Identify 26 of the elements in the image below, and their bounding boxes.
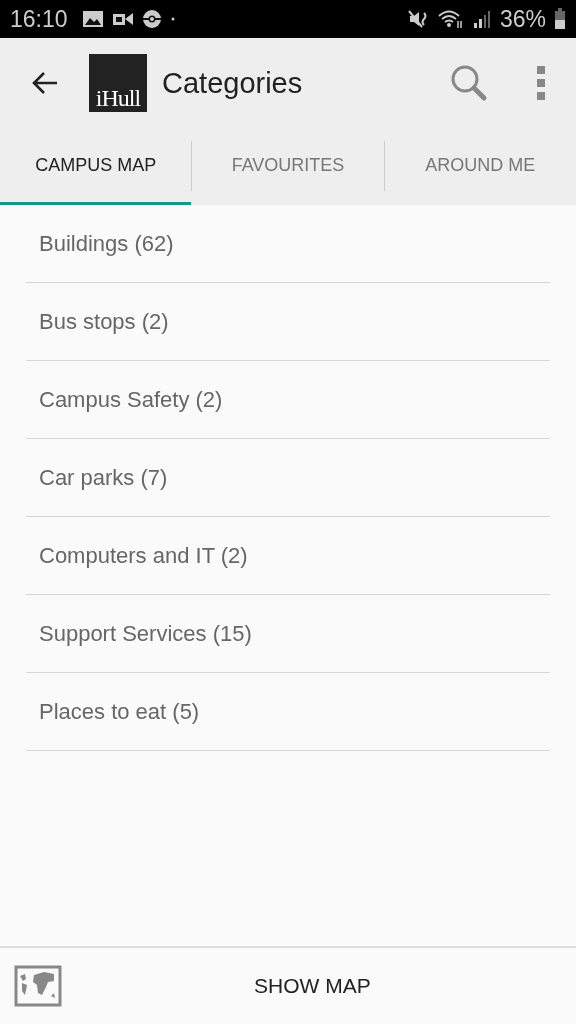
category-item[interactable]: Campus Safety (2) <box>26 361 550 439</box>
ball-icon <box>141 9 162 29</box>
category-item[interactable]: Support Services (15) <box>26 595 550 673</box>
tab[interactable]: FAVOURITES <box>192 128 384 205</box>
category-item[interactable]: Car parks (7) <box>26 439 550 517</box>
tab[interactable]: CAMPUS MAP <box>0 128 192 205</box>
category-item[interactable]: Places to eat (5) <box>26 673 550 751</box>
show-map-button[interactable]: SHOW MAP <box>250 966 375 1006</box>
tab[interactable]: AROUND ME <box>384 128 576 205</box>
signal-icon <box>471 9 492 29</box>
search-icon[interactable] <box>450 64 488 102</box>
battery-icon <box>554 8 566 30</box>
world-map-icon[interactable] <box>14 965 62 1007</box>
image-icon <box>81 10 104 28</box>
app-logo: iHull <box>89 54 147 112</box>
video-icon <box>111 10 134 28</box>
screen-title: Categories <box>162 66 303 100</box>
category-item[interactable]: Bus stops (2) <box>26 283 550 361</box>
category-item[interactable]: Computers and IT (2) <box>26 517 550 595</box>
more-options-icon[interactable] <box>536 66 546 100</box>
back-arrow-icon[interactable] <box>31 71 59 95</box>
dot-icon <box>169 16 176 22</box>
status-time: 16:10 <box>10 5 68 33</box>
wifi-icon <box>437 9 464 29</box>
category-item[interactable]: Buildings (62) <box>26 205 550 283</box>
battery-percent: 36% <box>499 5 546 33</box>
